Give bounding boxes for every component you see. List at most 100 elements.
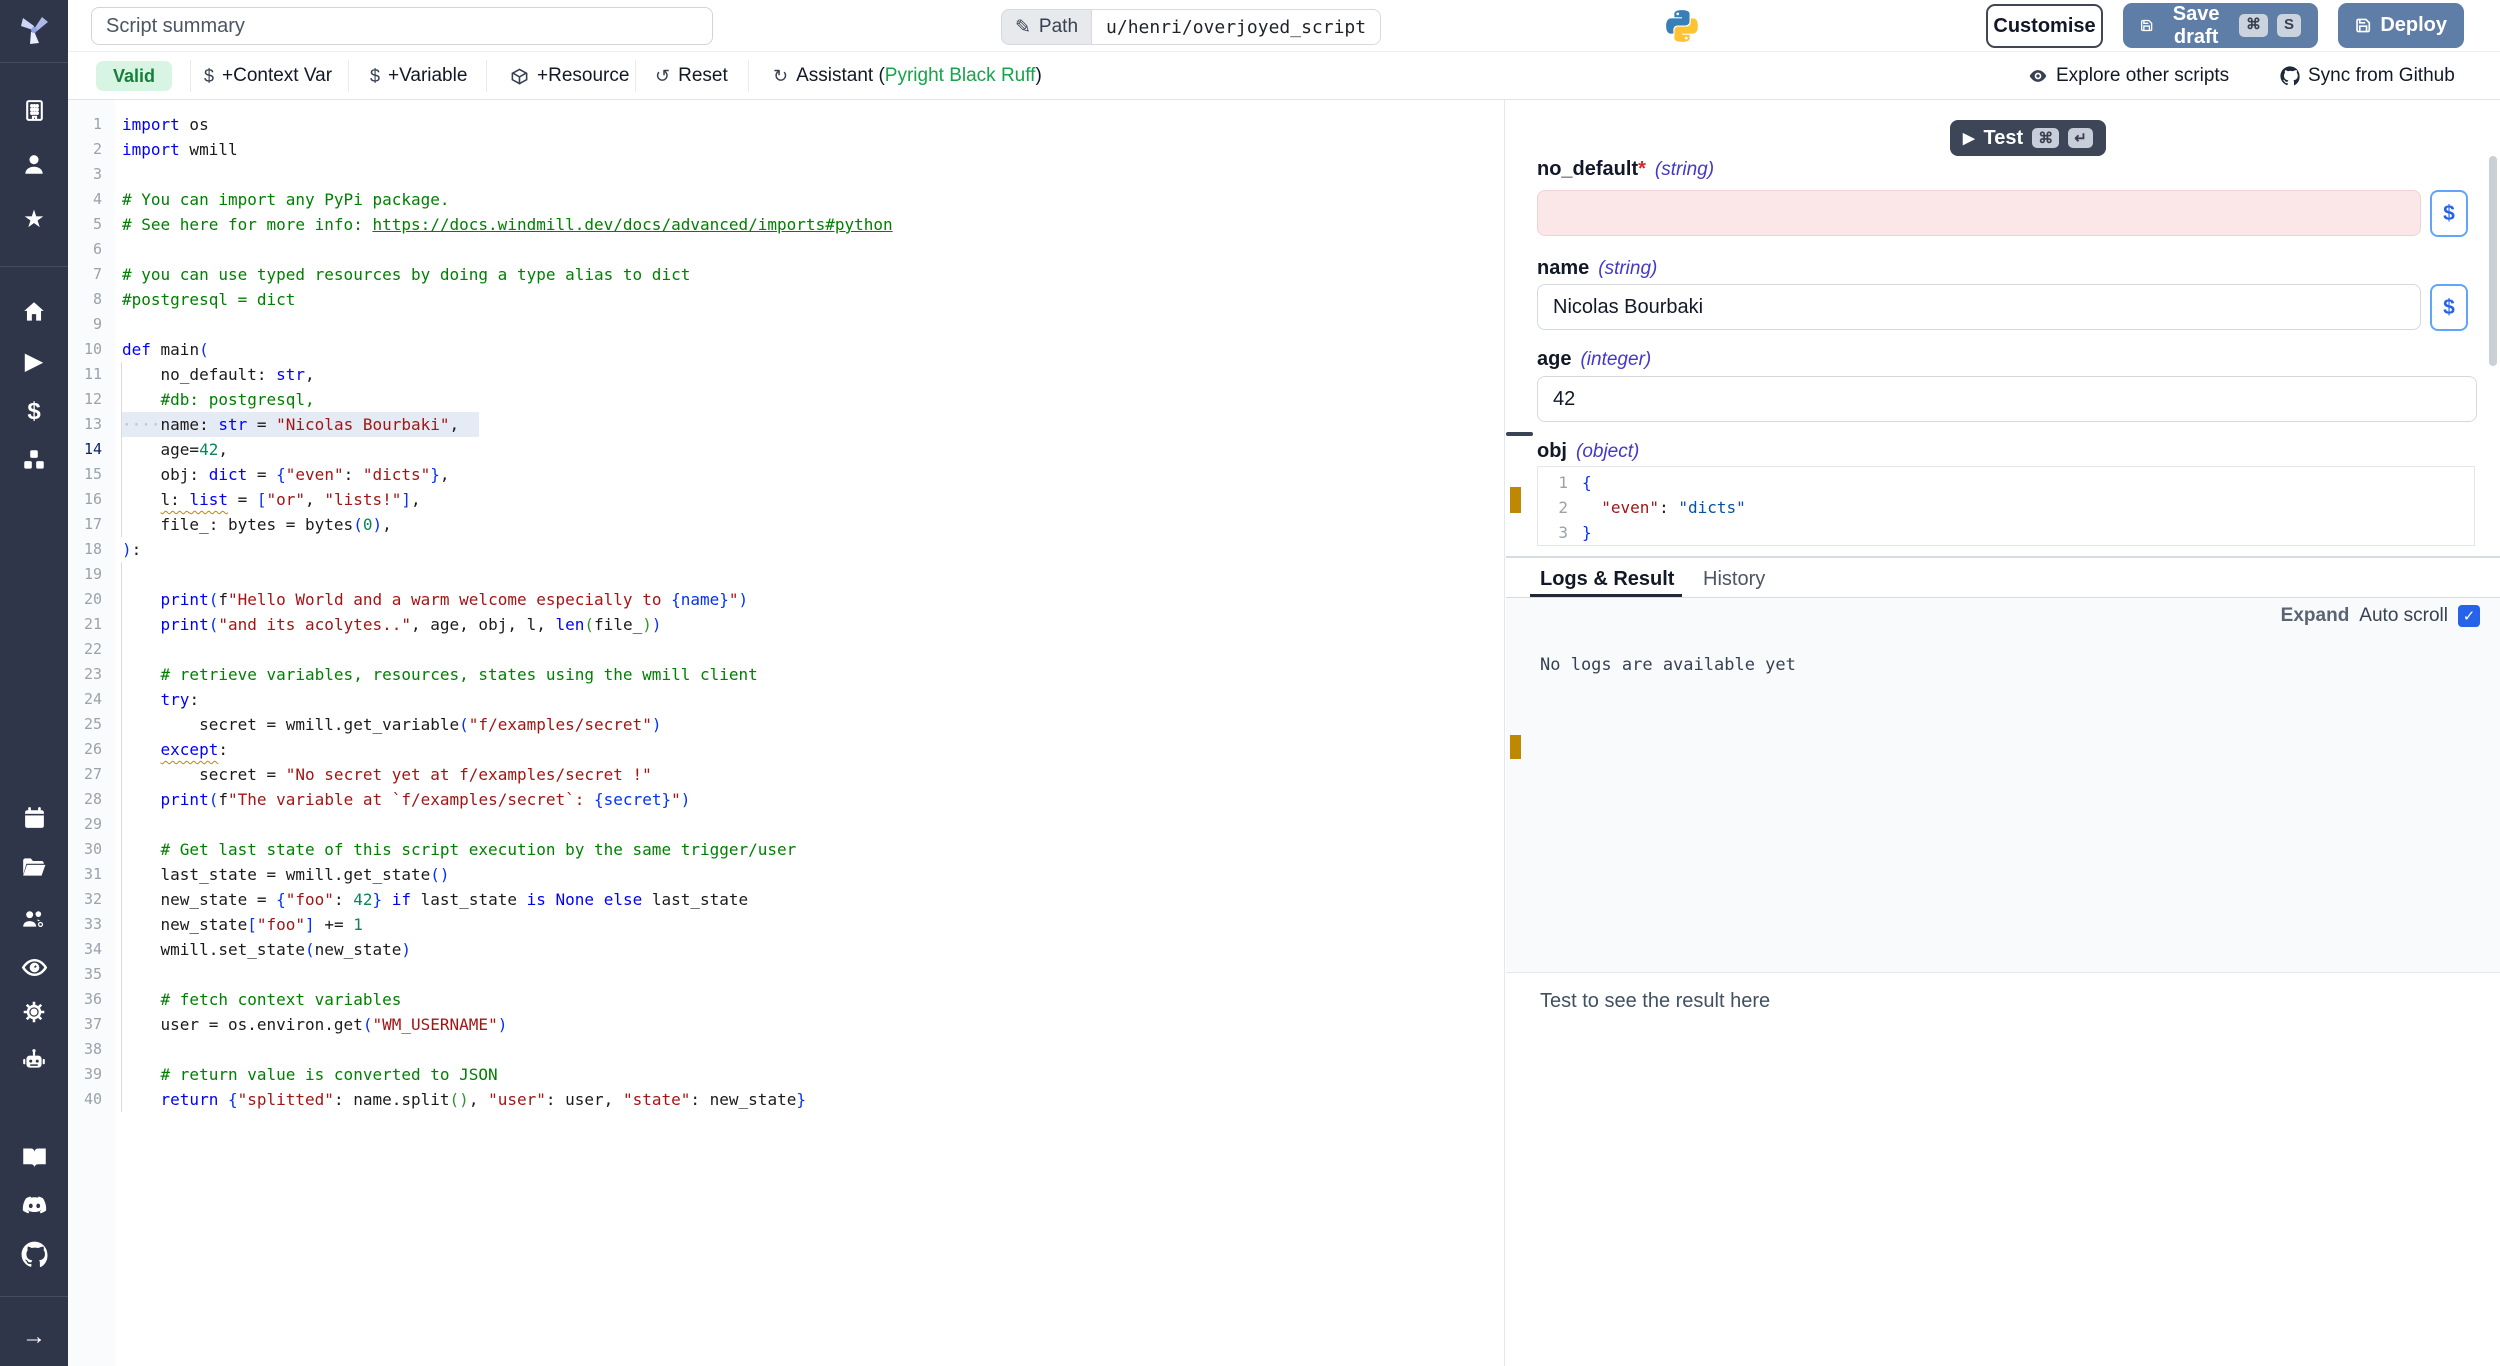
json-editor-line[interactable]: } — [1582, 520, 1592, 545]
code-line[interactable]: new_state["foo"] += 1 — [122, 912, 363, 937]
path-edit-button[interactable]: ✎ Path — [1001, 9, 1091, 45]
validity-status-badge: Valid — [96, 61, 172, 91]
code-line[interactable]: ): — [122, 537, 141, 562]
code-line[interactable]: def main( — [122, 337, 209, 362]
code-line[interactable]: secret = "No secret yet at f/examples/se… — [122, 762, 652, 787]
line-number: 37 — [68, 1012, 102, 1037]
eye-icon[interactable] — [0, 945, 68, 989]
add-context-var-button[interactable]: $ +Context Var — [204, 52, 332, 100]
code-line[interactable]: # retrieve variables, resources, states … — [122, 662, 758, 687]
line-number: 36 — [68, 987, 102, 1012]
user-group-gear-icon[interactable] — [0, 897, 68, 941]
code-line[interactable]: return {"splitted": name.split(), "user"… — [122, 1087, 806, 1112]
code-line[interactable]: last_state = wmill.get_state() — [122, 862, 450, 887]
json-editor-line[interactable]: "even": "dicts" — [1582, 495, 1746, 520]
customise-button[interactable]: Customise — [1986, 4, 2103, 48]
result-placeholder: Test to see the result here — [1540, 990, 1770, 1013]
panel-scrollbar[interactable] — [2489, 156, 2497, 366]
line-number: 5 — [68, 212, 102, 237]
user-icon[interactable] — [0, 142, 68, 186]
no-default-var-picker-button[interactable]: $ — [2430, 190, 2468, 237]
deploy-button[interactable]: Deploy — [2338, 3, 2464, 48]
code-line[interactable]: print("and its acolytes..", age, obj, l,… — [122, 612, 662, 637]
buildings-icon[interactable] — [0, 88, 68, 132]
code-line[interactable]: user = os.environ.get("WM_USERNAME") — [122, 1012, 507, 1037]
star-icon[interactable]: ★ — [0, 198, 68, 242]
code-line[interactable]: secret = wmill.get_variable("f/examples/… — [122, 712, 661, 737]
field-label-obj: obj(object) — [1537, 440, 1639, 463]
boxes-icon[interactable] — [0, 438, 68, 482]
script-summary-input[interactable] — [91, 7, 713, 45]
code-line[interactable]: #postgresql = dict — [122, 287, 295, 312]
explore-other-scripts-button[interactable]: Explore other scripts — [2028, 52, 2229, 100]
line-number: 15 — [68, 462, 102, 487]
folder-icon[interactable] — [0, 845, 68, 889]
panel-divider — [1506, 556, 2500, 558]
code-line[interactable]: file_: bytes = bytes(0), — [122, 512, 392, 537]
code-line[interactable]: print(f"The variable at `f/examples/secr… — [122, 787, 690, 812]
sync-from-github-button[interactable]: Sync from Github — [2280, 52, 2455, 100]
code-line[interactable]: # You can import any PyPi package. — [122, 187, 450, 212]
field-type: (object) — [1576, 441, 1639, 462]
kbd-cmd: ⌘ — [2032, 128, 2059, 148]
code-line[interactable]: # Get last state of this script executio… — [122, 837, 796, 862]
code-line[interactable]: # you can use typed resources by doing a… — [122, 262, 690, 287]
code-line[interactable]: try: — [122, 687, 199, 712]
panel-resize-handle[interactable] — [1506, 432, 1533, 436]
tab-history[interactable]: History — [1703, 561, 1765, 597]
code-line[interactable]: # fetch context variables — [122, 987, 401, 1012]
code-line[interactable]: # See here for more info: https://docs.w… — [122, 212, 893, 237]
windmill-logo[interactable] — [0, 8, 68, 52]
reset-button[interactable]: ↺ Reset — [655, 52, 728, 100]
line-number: 6 — [68, 237, 102, 262]
code-line[interactable]: ····name: str = "Nicolas Bourbaki", — [122, 412, 459, 437]
add-resource-button[interactable]: +Resource — [510, 52, 629, 100]
save-draft-label: Save draft — [2162, 3, 2230, 49]
field-label-name: name(string) — [1537, 257, 1657, 280]
name-var-picker-button[interactable]: $ — [2430, 284, 2468, 331]
tab-logs-result[interactable]: Logs & Result — [1540, 561, 1674, 597]
line-number: 1 — [68, 112, 102, 137]
autoscroll-checkbox[interactable]: ✓ — [2458, 605, 2480, 627]
code-line[interactable]: #db: postgresql, — [122, 387, 315, 412]
home-icon[interactable] — [0, 290, 68, 334]
code-line[interactable]: age=42, — [122, 437, 228, 462]
robot-icon[interactable] — [0, 1038, 68, 1082]
age-input[interactable] — [1537, 376, 2477, 422]
calendar-icon[interactable] — [0, 795, 68, 839]
code-line[interactable]: print(f"Hello World and a warm welcome e… — [122, 587, 748, 612]
refresh-icon: ↻ — [773, 66, 788, 87]
code-line[interactable]: l: list = ["or", "lists!"], — [122, 487, 421, 512]
json-editor-line[interactable]: { — [1582, 470, 1592, 495]
dollar-icon[interactable]: $ — [0, 390, 68, 434]
expand-button[interactable]: Expand — [2281, 605, 2350, 627]
editor-toolbar: Valid $ +Context Var $ +Variable +Resour… — [68, 52, 2500, 100]
arrow-right-icon[interactable]: → — [0, 1315, 68, 1359]
gear-icon[interactable] — [0, 990, 68, 1034]
no-default-input[interactable] — [1537, 190, 2421, 236]
add-variable-button[interactable]: $ +Variable — [370, 52, 467, 100]
test-button[interactable]: ▶ Test ⌘ ↵ — [1950, 120, 2106, 156]
github-icon[interactable] — [0, 1232, 68, 1276]
name-input[interactable] — [1537, 284, 2421, 330]
line-number: 3 — [68, 162, 102, 187]
line-number: 28 — [68, 787, 102, 812]
line-number: 2 — [1538, 495, 1568, 520]
code-line[interactable]: new_state = {"foo": 42} if last_state is… — [122, 887, 748, 912]
code-line[interactable]: obj: dict = {"even": "dicts"}, — [122, 462, 450, 487]
code-line[interactable]: except: — [122, 737, 228, 762]
code-line[interactable]: import wmill — [122, 137, 238, 162]
code-line[interactable]: no_default: str, — [122, 362, 315, 387]
line-number: 31 — [68, 862, 102, 887]
code-line[interactable]: wmill.set_state(new_state) — [122, 937, 411, 962]
book-icon[interactable] — [0, 1135, 68, 1179]
code-line[interactable]: import os — [122, 112, 209, 137]
discord-icon[interactable] — [0, 1183, 68, 1227]
assistant-button[interactable]: ↻ Assistant (Pyright Black Ruff) — [773, 52, 1042, 100]
play-icon[interactable]: ▶ — [0, 340, 68, 384]
obj-json-editor[interactable]: 123 { "even": "dicts"} — [1537, 466, 2475, 546]
save-draft-button[interactable]: Save draft ⌘ S — [2123, 3, 2318, 48]
code-editor[interactable]: 1234567891011121314151617181920212223242… — [68, 100, 1505, 1366]
pencil-icon: ✎ — [1015, 16, 1031, 39]
code-line[interactable]: # return value is converted to JSON — [122, 1062, 498, 1087]
